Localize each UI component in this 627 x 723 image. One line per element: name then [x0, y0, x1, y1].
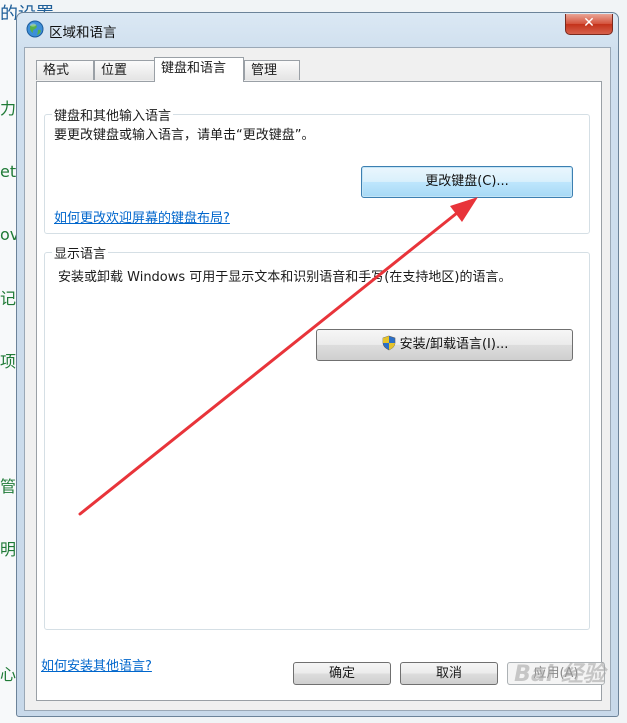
keyboard-group-label: 键盘和其他输入语言 — [52, 105, 174, 124]
keyboard-group: 键盘和其他输入语言 要更改键盘或输入语言，请单击“更改键盘”。 更改键盘(C).… — [44, 105, 590, 234]
title-bar[interactable]: 区域和语言 ✕ — [17, 13, 618, 45]
globe-icon — [26, 20, 44, 38]
watermark: Bai 经验 — [514, 662, 605, 687]
tab-panel: 键盘和其他输入语言 要更改键盘或输入语言，请单击“更改键盘”。 更改键盘(C).… — [36, 81, 602, 701]
tab-administrative[interactable]: 管理 — [244, 60, 300, 80]
tab-label: 管理 — [251, 63, 278, 78]
tab-formats[interactable]: 格式 — [36, 60, 94, 80]
display-language-group-label: 显示语言 — [52, 243, 109, 262]
close-icon: ✕ — [583, 15, 595, 31]
tab-label: 位置 — [101, 63, 128, 78]
display-language-group: 显示语言 安装或卸载 Windows 可用于显示文本和识别语音和手写(在支持地区… — [44, 243, 590, 630]
ok-button[interactable]: 确定 — [293, 662, 391, 685]
install-button-label: 安装/卸载语言(I)... — [399, 337, 509, 352]
install-uninstall-languages-button[interactable]: 安装/卸载语言(I)... — [316, 329, 573, 361]
window-title: 区域和语言 — [49, 25, 117, 41]
change-keyboard-button[interactable]: 更改键盘(C)... — [361, 166, 573, 198]
tab-location[interactable]: 位置 — [94, 60, 156, 80]
display-language-description: 安装或卸载 Windows 可用于显示文本和识别语音和手写(在支持地区)的语言。 — [58, 270, 512, 285]
uac-shield-icon — [382, 335, 395, 351]
keyboard-description: 要更改键盘或输入语言，请单击“更改键盘”。 — [54, 128, 315, 143]
dialog-client-area: 格式 位置 键盘和语言 管理 键盘和其他输入语言 要更改键盘或输入语言，请单击“… — [24, 47, 611, 711]
tab-keyboards-languages[interactable]: 键盘和语言 — [154, 57, 244, 82]
close-button[interactable]: ✕ — [565, 14, 613, 35]
welcome-screen-layout-link[interactable]: 如何更改欢迎屏幕的键盘布局? — [54, 207, 230, 226]
install-other-languages-link[interactable]: 如何安装其他语言? — [41, 655, 152, 674]
tab-label: 键盘和语言 — [161, 61, 227, 76]
region-language-window: 区域和语言 ✕ 格式 位置 键盘和语言 管理 键盘和其他输入语言 要更改键盘或输… — [16, 12, 619, 717]
tab-label: 格式 — [43, 63, 70, 78]
cancel-button[interactable]: 取消 — [400, 662, 498, 685]
